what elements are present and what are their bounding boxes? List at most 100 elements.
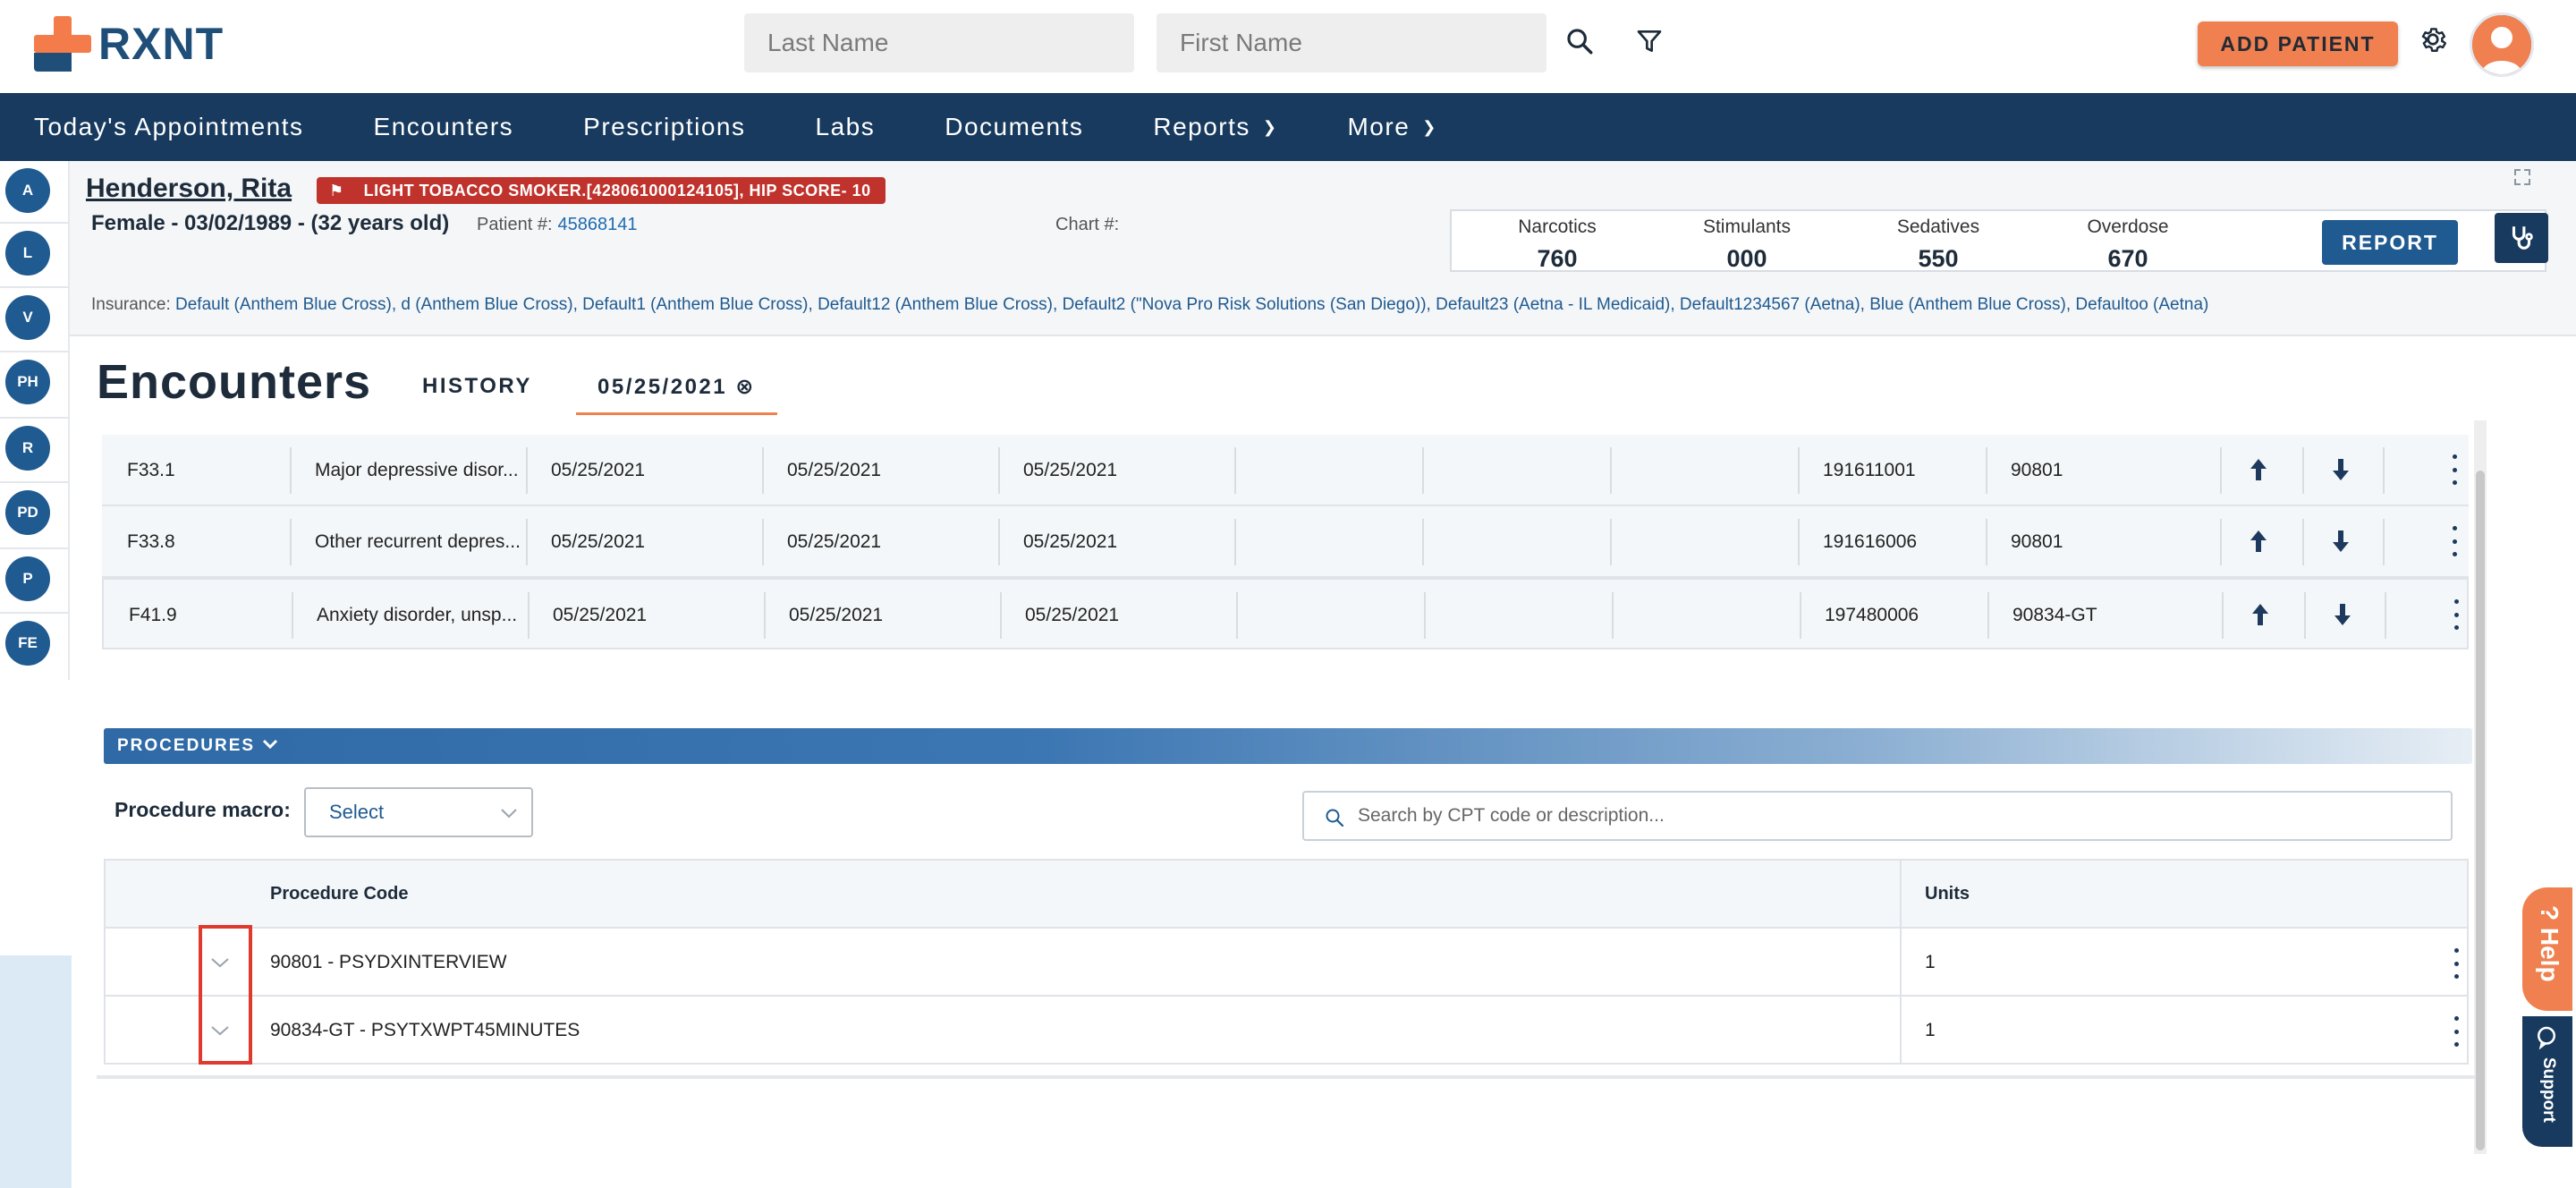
cpt-search-field[interactable] <box>1302 791 2453 841</box>
more-options-icon[interactable] <box>2447 948 2465 979</box>
dx-description: Other recurrent depres... <box>315 531 521 552</box>
dx-date: 05/25/2021 <box>551 460 646 480</box>
user-avatar[interactable] <box>2470 13 2534 77</box>
last-name-input[interactable] <box>744 13 1134 72</box>
narcotics-stat: Narcotics 760 <box>1468 216 1647 273</box>
nav-labs[interactable]: Labs <box>816 113 876 141</box>
more-options-icon[interactable] <box>2447 1016 2465 1047</box>
overdose-count: 670 <box>2107 245 2148 272</box>
stimulants-count: 000 <box>1726 245 1767 272</box>
patient-number: Patient #: 45868141 <box>477 215 638 235</box>
narcotics-count: 760 <box>1537 245 1578 272</box>
rail-divider <box>0 222 68 224</box>
table-row[interactable]: 90834-GT - PSYTXWPT45MINUTES 1 <box>106 997 2467 1065</box>
nav-encounters[interactable]: Encounters <box>374 113 514 141</box>
overdose-stat: Overdose 670 <box>2038 216 2217 273</box>
gear-icon[interactable] <box>2413 20 2453 59</box>
stimulants-label: Stimulants <box>1702 216 1792 237</box>
filter-icon[interactable] <box>1630 21 1669 61</box>
column-divider <box>2304 592 2306 639</box>
column-divider <box>2383 447 2385 494</box>
column-divider <box>1900 929 1902 997</box>
patient-name[interactable]: Henderson, Rita <box>86 174 292 204</box>
patient-number-value[interactable]: 45868141 <box>558 215 638 234</box>
rail-button-r[interactable]: R <box>5 426 50 471</box>
rail-button-a[interactable]: A <box>5 168 50 213</box>
nav-todays-appointments[interactable]: Today's Appointments <box>34 113 304 141</box>
sedatives-label: Sedatives <box>1896 216 1980 237</box>
chat-bubble-icon <box>2533 1023 2560 1055</box>
report-button[interactable]: REPORT <box>2322 220 2458 265</box>
more-options-icon[interactable] <box>2445 526 2463 556</box>
table-row[interactable]: 90801 - PSYDXINTERVIEW 1 <box>106 929 2467 997</box>
move-up-icon[interactable] <box>2245 456 2272 483</box>
column-divider <box>1424 592 1426 639</box>
move-down-icon[interactable] <box>2327 528 2354 555</box>
nav-documents[interactable]: Documents <box>945 113 1083 141</box>
stimulants-stat: Stimulants 000 <box>1657 216 1836 273</box>
chevron-down-icon: ❯ <box>1422 117 1437 136</box>
dx-snomed: 191611001 <box>1823 460 1916 480</box>
search-icon[interactable] <box>1560 21 1599 61</box>
sedatives-count: 550 <box>1918 245 1959 272</box>
procedures-section-header[interactable]: PROCEDURES <box>104 728 2472 764</box>
dx-code: F41.9 <box>129 605 177 625</box>
column-divider <box>1900 997 1902 1065</box>
procedure-macro-select[interactable]: Select <box>304 787 533 837</box>
procedures-table: Procedure Code Units 90801 - PSYDXINTERV… <box>104 859 2469 1065</box>
rxnt-logo[interactable]: RXNT <box>34 16 224 72</box>
dx-date: 05/25/2021 <box>1023 531 1118 552</box>
move-up-icon[interactable] <box>2247 601 2274 628</box>
scrollbar-thumb[interactable] <box>2476 471 2485 1150</box>
dx-date: 05/25/2021 <box>1023 460 1118 480</box>
move-down-icon[interactable] <box>2327 456 2354 483</box>
procedure-code: 90834-GT - PSYTXWPT45MINUTES <box>270 1020 580 1040</box>
column-divider <box>1236 592 1238 639</box>
rail-button-fe[interactable]: FE <box>5 621 50 666</box>
top-header: RXNT ADD PATIENT <box>0 0 2576 93</box>
rail-button-ph[interactable]: PH <box>5 360 50 404</box>
help-tab[interactable]: ? Help <box>2522 887 2572 1011</box>
table-row[interactable]: F33.8 Other recurrent depres... 05/25/20… <box>102 506 2469 578</box>
add-patient-button[interactable]: ADD PATIENT <box>2198 21 2398 66</box>
patient-demographics: Female - 03/02/1989 - (32 years old) <box>91 211 450 235</box>
patient-flag-badge: ⚑ LIGHT TOBACCO SMOKER.[428061000124105]… <box>317 177 886 204</box>
insurance-list[interactable]: Default (Anthem Blue Cross), d (Anthem B… <box>175 295 2208 314</box>
first-name-input[interactable] <box>1157 13 1546 72</box>
rail-button-p[interactable]: P <box>5 556 50 601</box>
nav-reports[interactable]: Reports ❯ <box>1153 113 1277 141</box>
rail-button-pd[interactable]: PD <box>5 490 50 535</box>
table-row[interactable]: F41.9 Anxiety disorder, unsp... 05/25/20… <box>102 578 2469 649</box>
more-options-icon[interactable] <box>2445 454 2463 485</box>
rail-button-l[interactable]: L <box>5 231 50 276</box>
cpt-search-input[interactable] <box>1358 793 2431 839</box>
dx-date: 05/25/2021 <box>789 605 884 625</box>
more-options-icon[interactable] <box>2447 599 2465 630</box>
move-down-icon[interactable] <box>2329 601 2356 628</box>
column-divider <box>2302 519 2304 565</box>
diagnosis-table: F33.1 Major depressive disor... 05/25/20… <box>102 435 2469 649</box>
rail-divider <box>0 417 68 419</box>
dx-snomed: 191616006 <box>1823 531 1918 552</box>
dx-snomed: 197480006 <box>1825 605 1919 625</box>
column-divider <box>1234 447 1236 494</box>
nav-prescriptions[interactable]: Prescriptions <box>583 113 745 141</box>
rail-button-v[interactable]: V <box>5 295 50 340</box>
logo-text: RXNT <box>98 19 225 69</box>
move-up-icon[interactable] <box>2245 528 2272 555</box>
support-tab[interactable]: Support <box>2522 1016 2572 1147</box>
procedure-units[interactable]: 1 <box>1925 1020 1936 1041</box>
tab-history[interactable]: HISTORY <box>422 374 532 399</box>
dx-cpt: 90834-GT <box>2012 605 2097 625</box>
table-row[interactable]: F33.1 Major depressive disor... 05/25/20… <box>102 435 2469 506</box>
column-header-units[interactable]: Units <box>1925 884 1970 904</box>
stethoscope-icon[interactable] <box>2495 213 2548 263</box>
rail-divider <box>0 612 68 614</box>
expand-icon[interactable] <box>2513 168 2531 186</box>
procedure-units[interactable]: 1 <box>1925 952 1936 973</box>
insurance-line: Insurance: Default (Anthem Blue Cross), … <box>91 295 2208 315</box>
dx-code: F33.1 <box>127 460 175 480</box>
column-header-procedure-code[interactable]: Procedure Code <box>270 884 408 904</box>
tab-encounter-date[interactable]: 05/25/2021 ⊗ <box>576 374 777 415</box>
nav-more[interactable]: More ❯ <box>1347 113 1436 141</box>
